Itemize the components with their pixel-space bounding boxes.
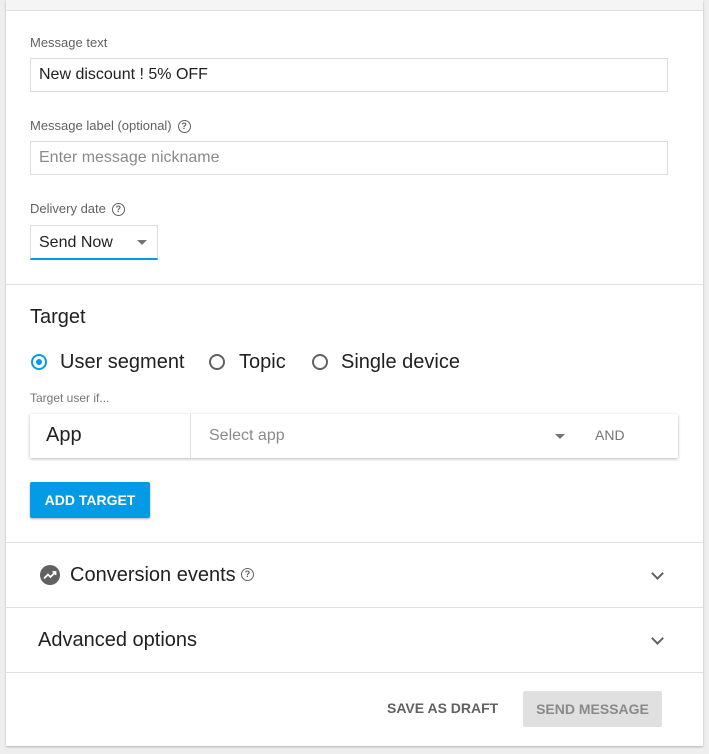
target-heading: Target — [30, 306, 86, 328]
target-condition-row: App Select app AND — [30, 414, 678, 458]
radio-single-device[interactable] — [312, 354, 328, 370]
chevron-down-icon — [651, 567, 664, 580]
advanced-options-section[interactable]: Advanced options — [6, 608, 703, 672]
caret-down-icon — [137, 240, 147, 245]
delivery-date-select[interactable]: Send Now — [30, 225, 158, 260]
select-app-placeholder: Select app — [209, 427, 285, 444]
message-text-label: Message text — [30, 35, 108, 50]
radio-topic[interactable] — [209, 354, 225, 370]
chevron-down-icon — [651, 632, 664, 645]
message-label-label: Message label (optional)? — [30, 118, 191, 134]
help-icon[interactable]: ? — [111, 203, 125, 217]
radio-single-device-label[interactable]: Single device — [341, 351, 460, 374]
top-strip — [6, 0, 703, 11]
target-field-app: App — [46, 424, 82, 446]
add-target-button[interactable]: ADD TARGET — [30, 482, 150, 518]
help-icon[interactable]: ? — [241, 568, 254, 581]
conversion-events-section[interactable]: Conversion events ? — [6, 543, 703, 607]
caret-down-icon — [555, 434, 565, 439]
target-condition-label: Target user if... — [30, 391, 110, 405]
trending-up-icon — [40, 565, 60, 585]
message-compose-card: Message text New discount ! 5% OFF Messa… — [6, 0, 703, 746]
radio-topic-label[interactable]: Topic — [239, 351, 286, 374]
send-message-button[interactable]: SEND MESSAGE — [523, 691, 662, 727]
advanced-options-title: Advanced options — [38, 629, 198, 651]
message-text-input[interactable]: New discount ! 5% OFF — [30, 58, 668, 92]
section-divider — [6, 284, 703, 285]
radio-user-segment[interactable] — [31, 354, 47, 370]
conversion-events-title: Conversion events — [70, 564, 236, 586]
section-divider — [6, 672, 703, 673]
delivery-date-text: Delivery date — [30, 201, 106, 216]
save-draft-button[interactable]: SAVE AS DRAFT — [387, 700, 498, 716]
delivery-date-label: Delivery date? — [30, 201, 125, 217]
message-label-text: Message label (optional) — [30, 118, 172, 133]
message-label-input[interactable]: Enter message nickname — [30, 141, 668, 175]
help-icon[interactable]: ? — [177, 120, 191, 134]
select-app-dropdown[interactable]: Select app — [191, 414, 581, 458]
radio-user-segment-label[interactable]: User segment — [60, 351, 185, 374]
and-button[interactable]: AND — [595, 427, 625, 443]
delivery-date-value: Send Now — [39, 234, 113, 251]
